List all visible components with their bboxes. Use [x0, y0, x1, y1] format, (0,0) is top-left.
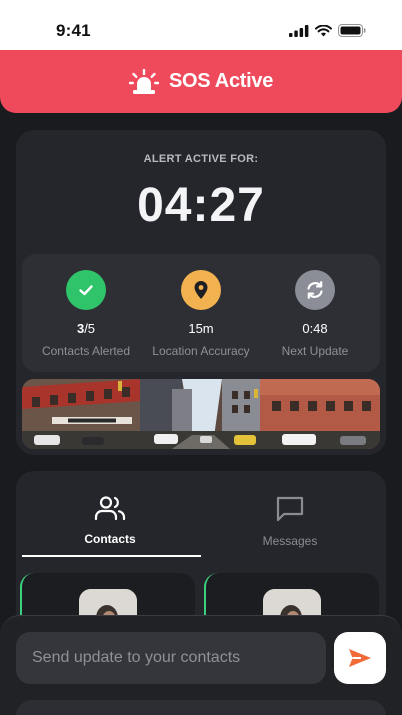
sos-header: SOS Active — [0, 50, 402, 113]
tab-label: Contacts — [84, 532, 136, 546]
compose-bar — [0, 615, 402, 715]
tab-label: Messages — [262, 534, 318, 548]
send-icon — [349, 649, 371, 667]
active-tab-indicator — [22, 555, 201, 557]
alarm-siren-icon — [128, 68, 159, 94]
update-message-input[interactable] — [16, 632, 326, 684]
sos-title: SOS Active — [168, 70, 274, 92]
contacts-icon — [94, 496, 126, 521]
stat-value: 0:48 — [302, 321, 328, 336]
stat-value: 15m — [188, 321, 214, 336]
stat-value: 3/5 — [76, 321, 96, 336]
alert-timer: 04:27 — [137, 179, 265, 232]
battery-icon — [338, 24, 366, 37]
alert-label: ALERT ACTIVE FOR: — [143, 153, 259, 165]
location-pin-icon — [181, 270, 221, 310]
stat-contacts-alerted: 3/5 Contacts Alerted — [26, 270, 146, 358]
send-button[interactable] — [334, 632, 386, 684]
stat-label: Next Update — [281, 344, 349, 358]
tab-contacts[interactable]: Contacts — [20, 495, 200, 546]
check-icon — [66, 270, 106, 310]
stat-next-update: 0:48 Next Update — [255, 270, 375, 358]
message-icon — [276, 496, 304, 522]
alert-timer-card: ALERT ACTIVE FOR: 04:27 3/5 Contacts Ale… — [16, 130, 386, 455]
signal-icon — [289, 24, 309, 37]
street-photo[interactable] — [22, 379, 380, 449]
stats-panel: 3/5 Contacts Alerted 15m Location Accura… — [22, 254, 380, 372]
status-icons — [289, 24, 366, 37]
wifi-icon — [315, 24, 332, 36]
refresh-icon — [295, 270, 335, 310]
tab-messages[interactable]: Messages — [200, 495, 380, 548]
status-time: 9:41 — [56, 21, 91, 40]
stat-location-accuracy: 15m Location Accuracy — [141, 270, 261, 358]
stat-label: Contacts Alerted — [41, 344, 131, 358]
status-bar: 9:41 — [0, 0, 402, 50]
stat-label: Location Accuracy — [152, 344, 250, 358]
bottom-panel — [16, 700, 386, 715]
